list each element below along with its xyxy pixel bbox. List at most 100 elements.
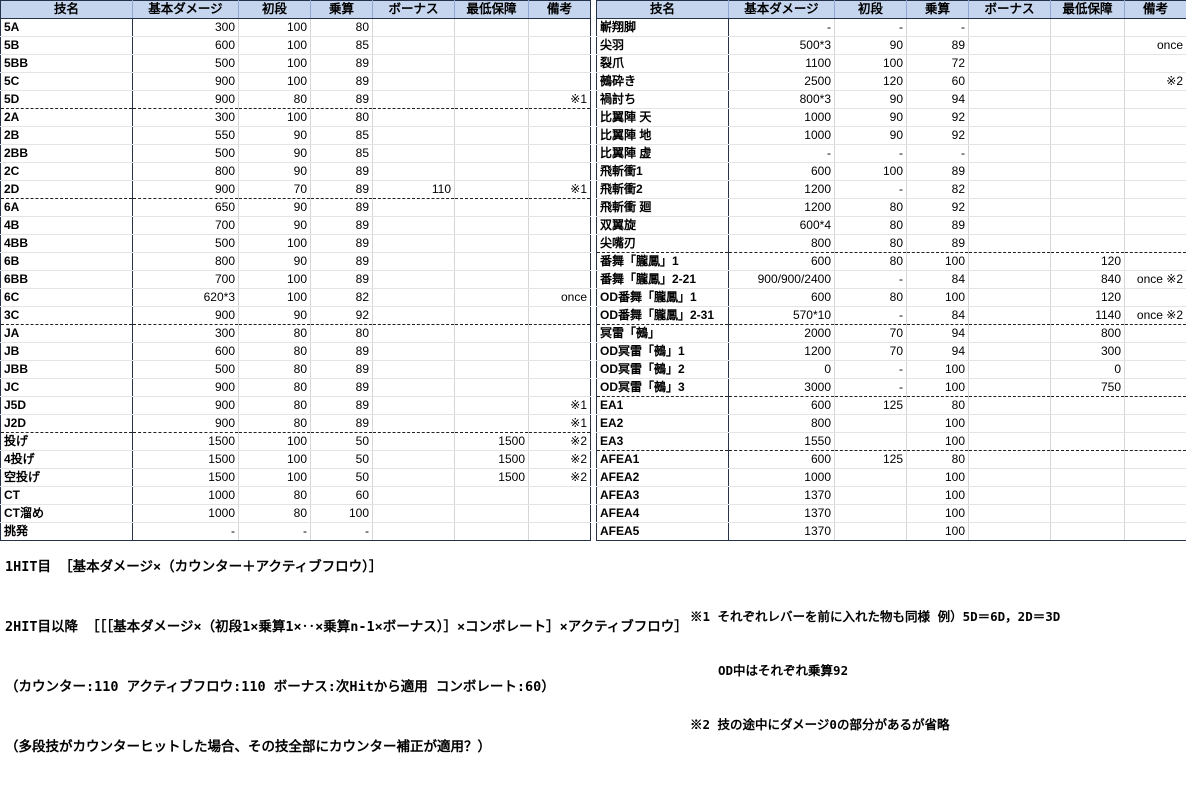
cell-first-hit: 90	[239, 217, 311, 235]
cell-bonus	[969, 199, 1051, 217]
cell-remarks	[1125, 451, 1186, 469]
cell-minimum: 120	[1051, 289, 1125, 307]
cell-remarks	[1125, 487, 1186, 505]
cell-move-name: EA3	[597, 433, 729, 451]
cell-multiplier: 100	[907, 415, 969, 433]
cell-first-hit: 125	[835, 451, 907, 469]
cell-remarks: ※2	[529, 469, 591, 487]
cell-minimum	[1051, 109, 1125, 127]
cell-bonus	[969, 505, 1051, 523]
table-row: 嶄翔脚---	[597, 19, 1186, 37]
cell-multiplier: 89	[311, 253, 373, 271]
table-row: CT10008060	[1, 487, 591, 505]
cell-base-damage: 800	[133, 253, 239, 271]
cell-minimum: 1500	[455, 433, 529, 451]
table-row: 尖羽500*39089once	[597, 37, 1186, 55]
table-row: JB6008089	[1, 343, 591, 361]
cell-first-hit: 80	[239, 325, 311, 343]
cell-bonus	[969, 289, 1051, 307]
cell-first-hit	[835, 469, 907, 487]
cell-bonus	[373, 289, 455, 307]
footnote-2: ※2 技の途中にダメージ0の部分があるが省略	[690, 716, 1060, 734]
cell-bonus	[969, 235, 1051, 253]
cell-move-name: 6C	[1, 289, 133, 307]
cell-first-hit: 80	[239, 397, 311, 415]
cell-minimum: 300	[1051, 343, 1125, 361]
cell-remarks	[529, 19, 591, 37]
cell-move-name: 飛斬衝1	[597, 163, 729, 181]
cell-base-damage: 600	[133, 343, 239, 361]
cell-first-hit: 80	[835, 253, 907, 271]
cell-base-damage: 800*3	[729, 91, 835, 109]
cell-minimum	[455, 217, 529, 235]
cell-bonus	[969, 37, 1051, 55]
cell-first-hit: 90	[835, 109, 907, 127]
cell-move-name: 5C	[1, 73, 133, 91]
cell-move-name: 空投げ	[1, 469, 133, 487]
cell-first-hit	[835, 505, 907, 523]
formula-note-line-3: （カウンター:110 アクティブフロウ:110 ボーナス:次Hitから適用 コン…	[5, 677, 688, 697]
cell-minimum: 1500	[455, 451, 529, 469]
cell-multiplier: 80	[907, 397, 969, 415]
cell-multiplier: 89	[907, 217, 969, 235]
cell-multiplier: 50	[311, 433, 373, 451]
cell-multiplier: 89	[311, 217, 373, 235]
cell-first-hit: 125	[835, 397, 907, 415]
cell-base-damage: 2000	[729, 325, 835, 343]
cell-bonus: 110	[373, 181, 455, 199]
column-header-first-hit: 初段	[835, 1, 907, 19]
cell-move-name: 6A	[1, 199, 133, 217]
cell-first-hit: 100	[239, 289, 311, 307]
cell-move-name: 5A	[1, 19, 133, 37]
cell-multiplier: 94	[907, 325, 969, 343]
cell-bonus	[373, 361, 455, 379]
cell-move-name: 3C	[1, 307, 133, 325]
cell-bonus	[373, 325, 455, 343]
cell-base-damage: 1200	[729, 343, 835, 361]
cell-minimum	[1051, 127, 1125, 145]
cell-base-damage: 700	[133, 217, 239, 235]
cell-first-hit: 90	[239, 163, 311, 181]
cell-minimum: 800	[1051, 325, 1125, 343]
cell-move-name: 番舞「朧鳳」1	[597, 253, 729, 271]
cell-base-damage: 700	[133, 271, 239, 289]
cell-first-hit: 70	[239, 181, 311, 199]
table-row: 飛斬衝160010089	[597, 163, 1186, 181]
footnote-1: ※1 それぞれレバーを前に入れた物も同様 例）5D＝6D，2D＝3D	[690, 608, 1060, 626]
cell-minimum	[1051, 181, 1125, 199]
cell-base-damage: 1500	[133, 433, 239, 451]
cell-bonus	[373, 307, 455, 325]
cell-remarks: once	[1125, 37, 1186, 55]
cell-multiplier: 100	[907, 469, 969, 487]
cell-base-damage: 1370	[729, 487, 835, 505]
cell-minimum: 750	[1051, 379, 1125, 397]
cell-minimum	[455, 127, 529, 145]
cell-base-damage: 1000	[729, 469, 835, 487]
cell-remarks: ※2	[1125, 73, 1186, 91]
cell-multiplier: 100	[907, 433, 969, 451]
cell-minimum	[1051, 487, 1125, 505]
cell-bonus	[969, 451, 1051, 469]
table-row: 4B7009089	[1, 217, 591, 235]
cell-minimum	[455, 253, 529, 271]
cell-remarks	[1125, 325, 1186, 343]
cell-remarks	[1125, 91, 1186, 109]
cell-minimum	[455, 235, 529, 253]
cell-bonus	[373, 127, 455, 145]
cell-multiplier: 82	[907, 181, 969, 199]
cell-remarks	[529, 37, 591, 55]
damage-table-page: 技名 基本ダメージ 初段 乗算 ボーナス 最低保障 備考 5A300100805…	[0, 0, 1186, 630]
cell-bonus	[373, 397, 455, 415]
cell-multiplier: -	[907, 19, 969, 37]
table-row: JBB5008089	[1, 361, 591, 379]
cell-first-hit: 100	[239, 19, 311, 37]
cell-move-name: 比翼陣 地	[597, 127, 729, 145]
cell-move-name: CT	[1, 487, 133, 505]
cell-bonus	[373, 217, 455, 235]
cell-base-damage: 1500	[133, 469, 239, 487]
table-row: EA160012580	[597, 397, 1186, 415]
table-row: 2A30010080	[1, 109, 591, 127]
cell-remarks	[1125, 19, 1186, 37]
cell-move-name: AFEA1	[597, 451, 729, 469]
cell-first-hit: -	[835, 271, 907, 289]
